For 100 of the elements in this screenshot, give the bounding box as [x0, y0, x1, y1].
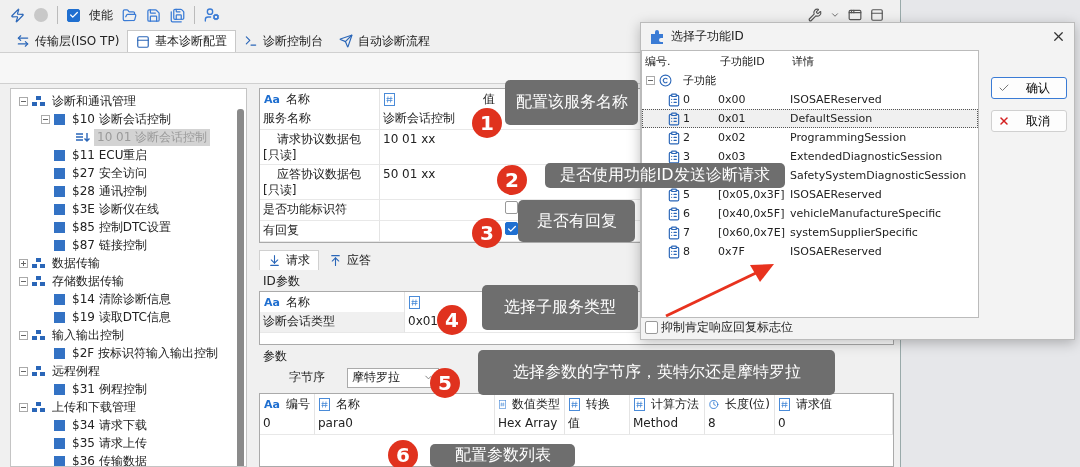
group-title: ID参数	[263, 273, 300, 291]
tree-item[interactable]: $3E 诊断仪在线	[69, 200, 162, 218]
item-number: 1	[683, 112, 691, 125]
window-icon[interactable]	[848, 8, 862, 22]
hash-doc-icon	[634, 397, 645, 411]
square-icon	[54, 347, 65, 359]
item-id: [0x05,0x3F]	[718, 188, 786, 201]
scrollbar[interactable]	[237, 109, 244, 466]
clipboard-icon	[667, 187, 681, 202]
item-id: [0x40,0x5F]	[718, 207, 786, 220]
tree-item[interactable]: $19 读取DTC信息	[69, 308, 174, 326]
checkbox-label[interactable]: 抑制肯定响应回复标志位	[661, 318, 793, 336]
folder-icon[interactable]	[122, 7, 137, 23]
item-number: 0	[683, 93, 691, 106]
check-icon	[998, 82, 1010, 94]
byte-order-select[interactable]: 摩特罗拉	[347, 367, 439, 388]
tree-item[interactable]: 数据传输	[49, 254, 103, 272]
square-icon	[54, 221, 65, 233]
confirm-button[interactable]: 确认	[991, 77, 1067, 99]
list-row[interactable]: 1 0x01 DefaultSession	[642, 109, 978, 128]
list-row[interactable]: 8 0x7F ISOSAEReserved	[642, 242, 978, 261]
item-id: 0x7F	[718, 245, 746, 258]
tree-item[interactable]: 存储数据传输	[49, 272, 127, 290]
text-type-icon: Aa	[264, 295, 280, 309]
hash-doc-icon	[319, 397, 330, 411]
item-id: [0x60,0x7E]	[718, 226, 787, 239]
item-detail: ISOSAEReserved	[790, 245, 883, 258]
tree-root-label[interactable]: 子功能	[683, 73, 718, 88]
checkbox[interactable]	[505, 201, 518, 214]
list-row[interactable]: 0 0x00 ISOSAEReserved	[642, 90, 978, 109]
hash-doc-icon	[499, 397, 506, 411]
dialog-title: 选择子功能ID	[671, 28, 744, 45]
tab[interactable]: 应答	[321, 250, 379, 271]
tab[interactable]: 请求	[259, 250, 319, 271]
tree-item[interactable]: $31 例程控制	[69, 380, 150, 398]
tab[interactable]: 传输层(ISO TP)	[8, 30, 128, 52]
hash-doc-icon	[384, 92, 395, 106]
panel-icon[interactable]	[870, 8, 884, 22]
tree-item[interactable]: $27 安全访问	[69, 164, 150, 182]
annotation-tooltip: 配置该服务名称	[505, 80, 638, 125]
text-type-icon: Aa	[264, 397, 280, 411]
checkbox[interactable]	[645, 320, 658, 334]
tree-item[interactable]: $35 请求上传	[69, 434, 150, 452]
tree-item[interactable]: $10 诊断会话控制	[69, 110, 174, 128]
save-icon[interactable]	[146, 7, 161, 23]
clipboard-icon	[667, 130, 681, 145]
tree-item[interactable]: $36 传输数据	[69, 452, 150, 466]
enable-checkbox[interactable]	[67, 8, 80, 22]
lightning-icon[interactable]	[10, 7, 25, 23]
annotation-tooltip: 选择子服务类型	[482, 285, 638, 330]
list-row[interactable]: 7 [0x60,0x7E] systemSupplierSpecific	[642, 223, 978, 242]
tree-item[interactable]: $34 请求下载	[69, 416, 150, 434]
expander-icon[interactable]	[19, 96, 28, 106]
tree-item[interactable]: $11 ECU重启	[69, 146, 151, 164]
annotation-tooltip: 配置参数列表	[430, 444, 575, 467]
item-detail: systemSupplierSpecific	[790, 226, 919, 239]
table-cell: 0	[775, 414, 893, 436]
item-id: 0x03	[718, 150, 747, 163]
enable-label[interactable]: 使能	[89, 6, 113, 24]
save-all-icon[interactable]	[170, 7, 185, 23]
expander-icon[interactable]	[19, 402, 28, 412]
property-name: 有回复	[260, 221, 380, 242]
list-row[interactable]: 6 [0x40,0x5F] vehicleManufactureSpecific	[642, 204, 978, 223]
tab[interactable]: 诊断控制台	[236, 30, 332, 52]
tab[interactable]: 基本诊断配置	[127, 30, 237, 52]
user-gear-icon[interactable]	[204, 7, 220, 23]
expander-icon[interactable]	[19, 258, 28, 268]
expander-icon[interactable]	[41, 114, 50, 124]
expander-icon[interactable]	[19, 330, 28, 340]
expander-icon[interactable]	[19, 276, 28, 286]
network-icon	[32, 401, 45, 413]
tree-item[interactable]: $87 链接控制	[69, 236, 150, 254]
expander-icon[interactable]	[646, 76, 655, 85]
annotation-tooltip: 是否有回复	[518, 200, 635, 242]
cancel-button[interactable]: 取消	[991, 110, 1067, 132]
cross-icon	[998, 115, 1010, 127]
expander-icon[interactable]	[19, 366, 28, 376]
close-button[interactable]	[1051, 29, 1066, 44]
item-detail: vehicleManufactureSpecific	[790, 207, 943, 220]
checkbox[interactable]	[505, 222, 518, 235]
tree-item[interactable]: 远程例程	[49, 362, 103, 380]
tree-item[interactable]: 上传和下载管理	[49, 398, 139, 416]
caret-icon[interactable]	[830, 10, 840, 20]
property-name: 是否功能标识符	[260, 200, 380, 221]
item-number: 2	[683, 131, 691, 144]
square-icon	[54, 437, 65, 449]
tree-item[interactable]: $85 控制DTC设置	[69, 218, 174, 236]
hash-doc-icon	[569, 397, 580, 411]
tree-item[interactable]: 输入输出控制	[49, 326, 127, 344]
tree-item[interactable]: $2F 按标识符输入输出控制	[69, 344, 221, 362]
wrench-icon[interactable]	[808, 8, 822, 22]
square-icon	[54, 185, 65, 197]
column-label: 长度(位)	[724, 395, 770, 413]
column-label: 详情	[791, 53, 815, 69]
tab[interactable]: 自动诊断流程	[331, 30, 439, 52]
tree-item[interactable]: $28 通讯控制	[69, 182, 150, 200]
parameter-name: 诊断会话类型	[260, 312, 405, 334]
tree-item[interactable]: $14 清除诊断信息	[69, 290, 174, 308]
table-cell: para0	[315, 414, 495, 436]
tree-item[interactable]: 诊断和通讯管理	[49, 92, 139, 110]
